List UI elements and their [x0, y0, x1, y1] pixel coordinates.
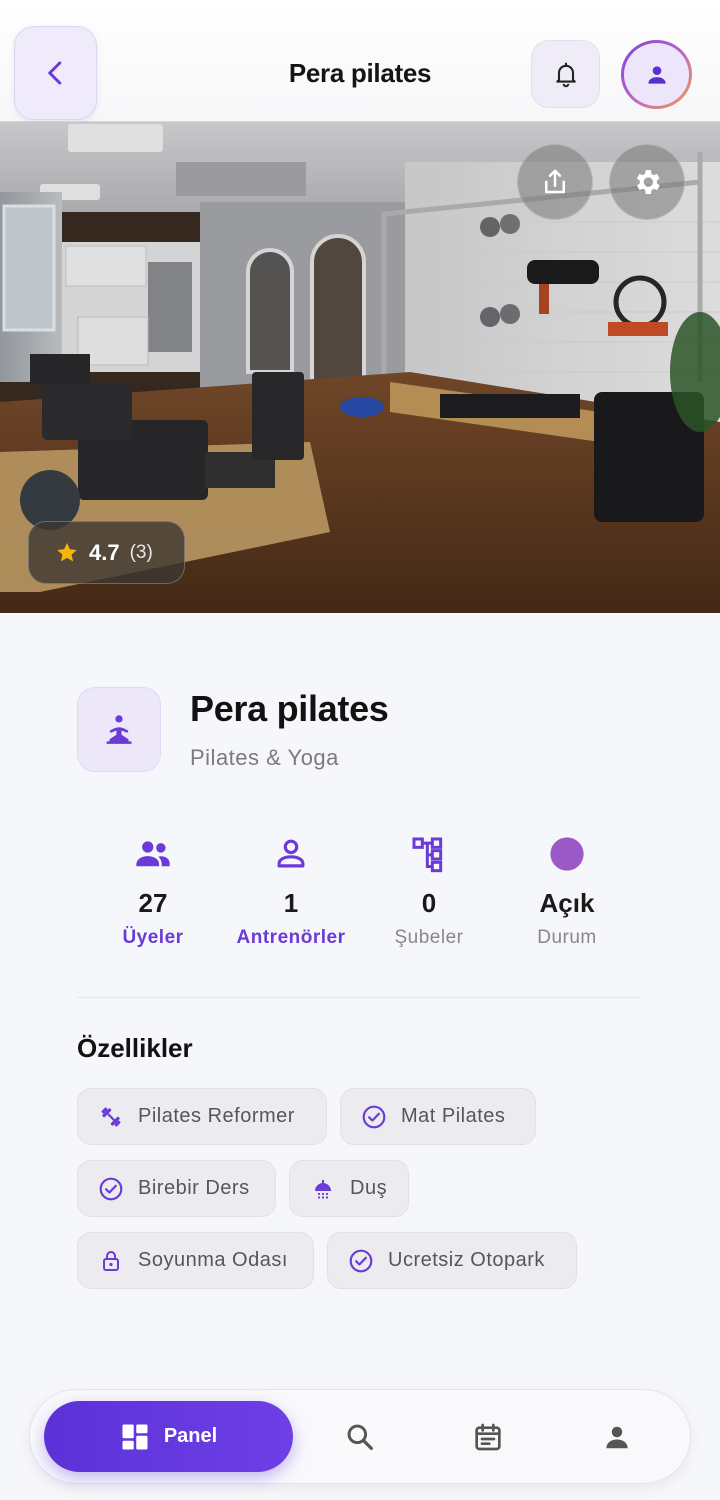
branches-icon — [412, 837, 443, 873]
dumbbell-icon — [101, 1106, 121, 1127]
studio-name: Pera pilates — [190, 688, 389, 729]
feature-label: Pilates Reformer — [138, 1105, 295, 1127]
feature-chip-free-parking[interactable]: Ucretsiz Otopark — [327, 1232, 577, 1289]
rating-count: (3) — [129, 541, 153, 563]
feature-chip-locker-room[interactable]: Soyunma Odası — [77, 1232, 314, 1289]
calendar-icon — [475, 1423, 501, 1451]
share-icon — [545, 169, 565, 194]
shower-icon — [315, 1179, 331, 1199]
nav-search-tab[interactable] — [335, 1412, 385, 1462]
check-circle-icon — [362, 1105, 386, 1128]
stat-branches: 0 Şubeler — [360, 834, 498, 949]
feature-chip-private-lesson[interactable]: Birebir Ders — [77, 1160, 276, 1217]
bell-icon — [555, 62, 576, 88]
studio-category: Pilates & Yoga — [190, 745, 339, 770]
status-value: Açık — [539, 888, 595, 918]
status-dot-icon — [550, 837, 584, 871]
features-heading: Özellikler — [77, 1033, 193, 1063]
trainers-label: Antrenörler — [236, 927, 346, 948]
share-button[interactable] — [517, 144, 593, 220]
stat-status: Açık Durum — [498, 834, 636, 949]
section-divider — [77, 997, 641, 998]
status-label: Durum — [537, 927, 597, 948]
bottom-navigation: Panel — [29, 1389, 691, 1484]
notifications-button[interactable] — [531, 40, 600, 108]
feature-label: Birebir Ders — [138, 1177, 250, 1199]
feature-chip-mat-pilates[interactable]: Mat Pilates — [340, 1088, 536, 1145]
page-title: Pera pilates — [288, 58, 432, 88]
person-icon — [647, 65, 666, 84]
studio-category-badge — [77, 687, 161, 772]
nav-profile-tab[interactable] — [592, 1412, 642, 1462]
feature-chip-reformer[interactable]: Pilates Reformer — [77, 1088, 327, 1145]
feature-label: Mat Pilates — [401, 1105, 506, 1127]
feature-label: Ucretsiz Otopark — [388, 1249, 545, 1271]
profile-avatar-button[interactable] — [621, 40, 692, 109]
feature-label: Duş — [350, 1177, 388, 1199]
rating-value: 4.7 — [89, 539, 120, 565]
profile-icon — [606, 1426, 628, 1449]
stat-trainers[interactable]: 1 Antrenörler — [222, 834, 360, 949]
rating-badge: 4.7 (3) — [28, 521, 185, 584]
trainer-icon — [277, 839, 305, 868]
meditation-icon — [106, 714, 132, 744]
check-circle-icon — [99, 1177, 123, 1200]
members-count: 27 — [138, 888, 168, 918]
nav-calendar-tab[interactable] — [463, 1412, 513, 1462]
trainers-count: 1 — [283, 888, 299, 918]
nav-panel-label: Panel — [163, 1425, 218, 1447]
settings-button[interactable] — [609, 144, 685, 220]
dashboard-icon — [122, 1424, 148, 1449]
gear-icon — [636, 170, 660, 194]
nav-panel-tab[interactable]: Panel — [44, 1401, 293, 1472]
stat-members[interactable]: 27 Üyeler — [84, 834, 222, 949]
lock-icon — [103, 1250, 119, 1271]
branches-label: Şubeler — [394, 927, 464, 948]
check-circle-icon — [349, 1249, 373, 1272]
feature-chip-shower[interactable]: Duş — [289, 1160, 409, 1217]
branches-count: 0 — [421, 888, 437, 918]
avatar — [624, 43, 689, 106]
search-icon — [347, 1424, 373, 1450]
members-icon — [136, 841, 170, 867]
members-label: Üyeler — [122, 927, 184, 948]
star-icon — [57, 542, 77, 561]
feature-label: Soyunma Odası — [138, 1249, 288, 1271]
top-app-bar: Pera pilates — [0, 0, 720, 122]
